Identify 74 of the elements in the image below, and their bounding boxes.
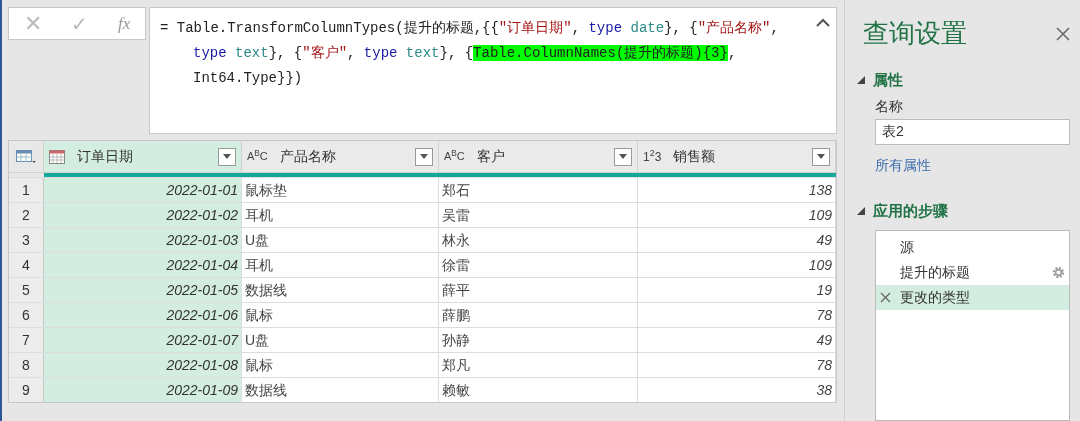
table-cell: 郑石 [439, 178, 638, 202]
step-name: 更改的类型 [900, 288, 971, 307]
field-label: 名称 [875, 96, 904, 116]
collapse-icon[interactable] [816, 18, 830, 27]
panel-title: 查询设置 [863, 17, 967, 50]
gear-icon[interactable] [1052, 266, 1065, 279]
table-cell: 2022-01-04 [44, 253, 242, 277]
row-number: 3 [9, 228, 44, 252]
table-cell: 138 [638, 178, 836, 202]
formula-line: = Table.TransformColumnTypes(提升的标题,{{"订单日期", type date}, {"产品名称", [160, 20, 779, 36]
table-cell: 林永 [439, 228, 638, 252]
table-cell: 2022-01-02 [44, 203, 242, 227]
collapse-triangle-icon[interactable] [857, 206, 865, 215]
number-type-icon: 1$^{2}$3 [643, 150, 662, 163]
table-cell: 郑凡 [439, 353, 638, 377]
section-heading: 属性 [873, 70, 903, 90]
table-cell: 2022-01-09 [44, 378, 242, 402]
collapse-triangle-icon[interactable] [857, 76, 865, 85]
row-number: 6 [9, 303, 44, 327]
table-cell: 耳机 [242, 253, 439, 277]
row-number: 7 [9, 328, 44, 352]
table-cell: 吴雷 [439, 203, 638, 227]
table-cell: 鼠标 [242, 303, 439, 327]
table-cell: 109 [638, 203, 836, 227]
text-type-icon: A$^{B}$C [247, 151, 268, 162]
applied-step[interactable]: 源 [876, 235, 1069, 260]
filter-dropdown-icon[interactable] [415, 147, 433, 166]
name-field[interactable]: 表2 [875, 118, 1070, 145]
formula-line: Int64.Type}}) [193, 70, 303, 86]
table-cell: U盘 [242, 328, 439, 352]
table-cell: 78 [638, 303, 836, 327]
text-type-icon: A$^{B}$C [444, 151, 465, 162]
row-number: 2 [9, 203, 44, 227]
row-number: 8 [9, 353, 44, 377]
table-cell: 鼠标垫 [242, 178, 439, 202]
table-cell: U盘 [242, 228, 439, 252]
calendar-icon [49, 149, 65, 164]
all-properties-link[interactable]: 所有属性 [875, 154, 1070, 176]
table-cell: 薛平 [439, 278, 638, 302]
table-cell: 耳机 [242, 203, 439, 227]
filter-dropdown-icon[interactable] [812, 147, 830, 166]
table-cell: 数据线 [242, 378, 439, 402]
table-cell: 2022-01-01 [44, 178, 242, 202]
table-cell: 109 [638, 253, 836, 277]
table-cell: 孙静 [439, 328, 638, 352]
row-number: 5 [9, 278, 44, 302]
table-cell: 19 [638, 278, 836, 302]
table-cell: 2022-01-05 [44, 278, 242, 302]
table-cell: 49 [638, 328, 836, 352]
row-number: 4 [9, 253, 44, 277]
filter-dropdown-icon[interactable] [614, 147, 632, 166]
applied-step[interactable]: 更改的类型 [876, 285, 1069, 310]
step-name: 源 [900, 238, 915, 257]
table-cell: 78 [638, 353, 836, 377]
table-cell: 2022-01-06 [44, 303, 242, 327]
table-cell: 赖敏 [439, 378, 638, 402]
step-name: 提升的标题 [900, 263, 971, 282]
table-cell: 2022-01-08 [44, 353, 242, 377]
table-cell: 2022-01-07 [44, 328, 242, 352]
filter-dropdown-icon[interactable] [218, 147, 236, 166]
row-number: 1 [9, 178, 44, 202]
column-header[interactable]: 订单日期 [44, 141, 242, 172]
table-cell: 38 [638, 378, 836, 402]
delete-icon[interactable] [880, 292, 891, 303]
table-cell: 2022-01-03 [44, 228, 242, 252]
table-cell: 数据线 [242, 278, 439, 302]
close-icon[interactable] [1056, 26, 1070, 41]
row-number: 9 [9, 378, 44, 402]
table-cell: 薛鹏 [439, 303, 638, 327]
table-cell: 徐雷 [439, 253, 638, 277]
section-heading: 应用的步骤 [873, 200, 948, 221]
table-cell: 49 [638, 228, 836, 252]
applied-step[interactable]: 提升的标题 [876, 260, 1069, 285]
table-cell: 鼠标 [242, 353, 439, 377]
